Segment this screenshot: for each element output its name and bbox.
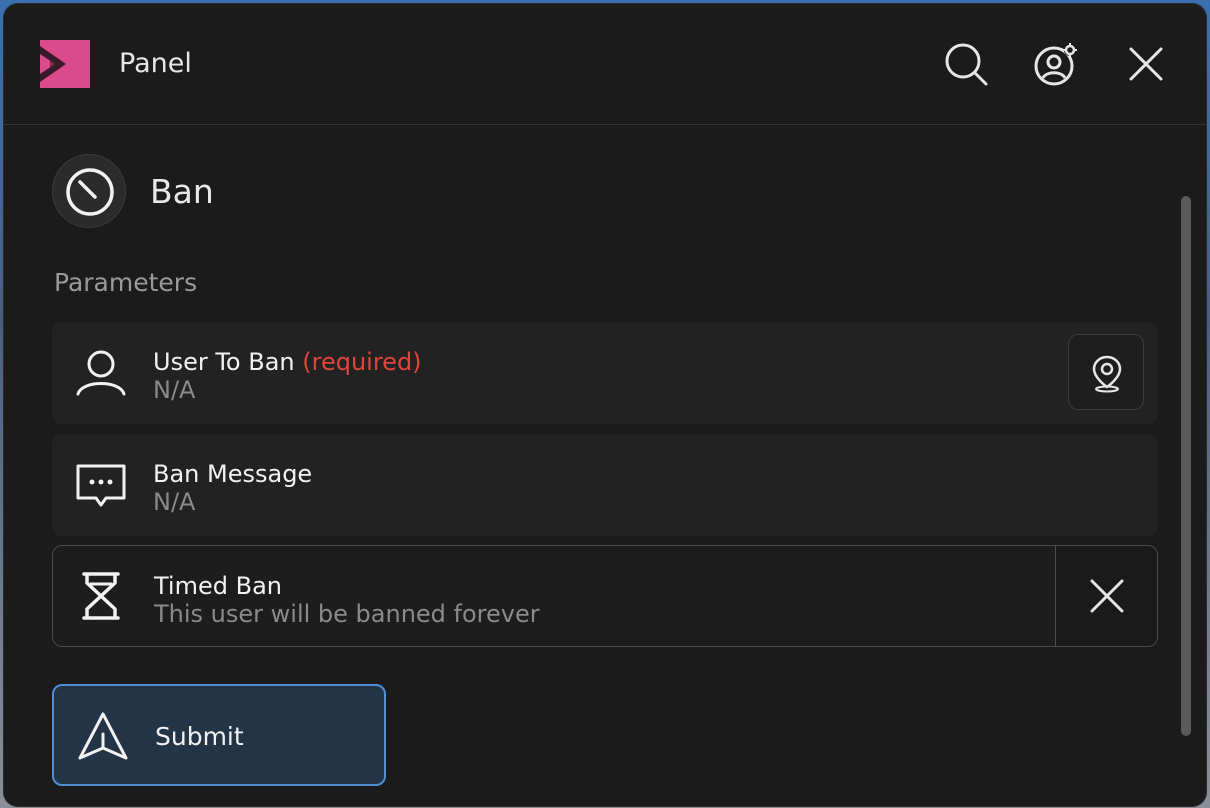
close-icon	[1090, 579, 1124, 613]
parameters-heading: Parameters	[54, 268, 198, 297]
pick-user-button[interactable]	[1068, 334, 1144, 410]
close-button[interactable]	[1122, 40, 1170, 88]
param-user-to-ban[interactable]: User To Ban (required) N/A	[52, 322, 1158, 424]
brand-logo-icon	[40, 40, 90, 88]
message-icon	[74, 458, 128, 512]
panel-window: Panel Ban Parameters User To Ban (requir…	[4, 4, 1206, 806]
command-content: Ban Parameters User To Ban (required) N/…	[4, 126, 1206, 806]
window-title: Panel	[119, 48, 192, 79]
param-label: Timed Ban	[154, 572, 282, 600]
search-button[interactable]	[942, 40, 990, 88]
send-icon	[78, 712, 128, 760]
param-value: N/A	[153, 376, 196, 404]
ban-icon	[66, 168, 114, 216]
required-indicator: (required)	[302, 348, 422, 376]
search-icon	[945, 43, 988, 86]
submit-button[interactable]: Submit	[52, 684, 386, 786]
param-ban-message[interactable]: Ban Message N/A	[52, 434, 1158, 536]
account-settings-button[interactable]	[1032, 40, 1080, 88]
command-title: Ban	[150, 172, 214, 211]
submit-label: Submit	[155, 722, 244, 751]
location-pin-icon	[1092, 355, 1122, 393]
close-icon	[1129, 47, 1163, 81]
param-label: User To Ban (required)	[153, 348, 422, 376]
param-value: N/A	[153, 488, 196, 516]
clear-timed-ban-button[interactable]	[1055, 546, 1157, 646]
param-value: This user will be banned forever	[154, 600, 540, 628]
user-gear-icon	[1034, 43, 1077, 86]
command-icon-badge	[52, 154, 126, 228]
header: Panel	[4, 4, 1206, 125]
hourglass-icon	[74, 569, 128, 623]
param-timed-ban[interactable]: Timed Ban This user will be banned forev…	[52, 545, 1158, 647]
user-icon	[74, 346, 128, 400]
scrollbar[interactable]	[1181, 196, 1191, 736]
param-label: Ban Message	[153, 460, 313, 488]
